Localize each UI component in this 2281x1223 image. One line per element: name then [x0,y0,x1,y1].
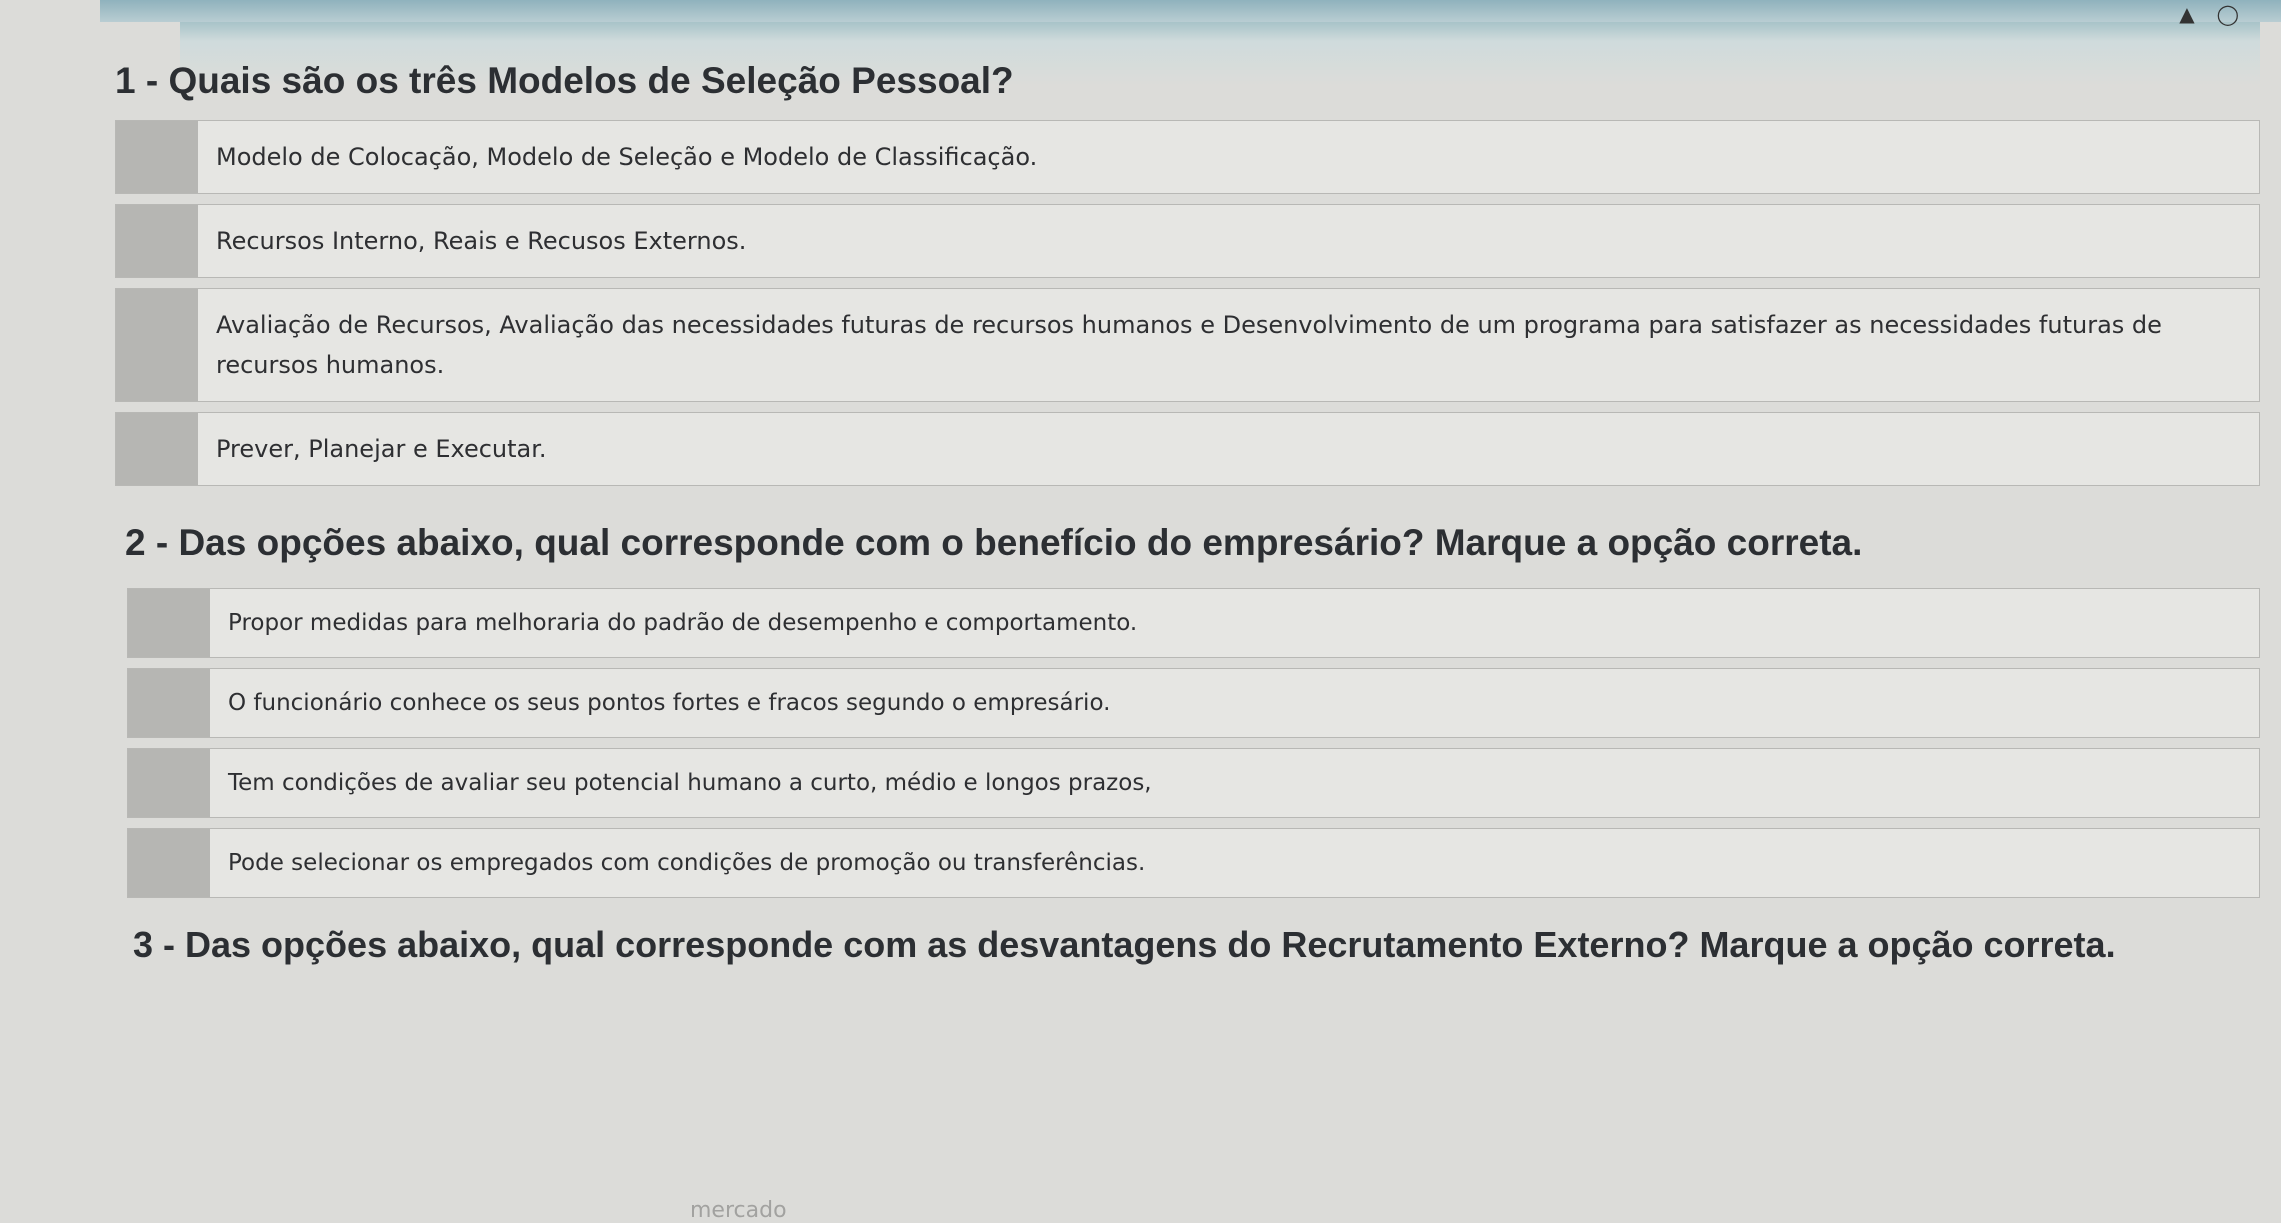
option-label: Tem condições de avaliar seu potencial h… [228,770,1152,796]
option-label: Recursos Interno, Reais e Recusos Extern… [216,227,747,255]
question-1: 1 - Quais são os três Modelos de Seleção… [115,60,2260,486]
question-3: 3 - Das opções abaixo, qual corresponde … [115,914,2260,976]
option-radio-box[interactable] [116,205,198,277]
question-1-option-c[interactable]: Avaliação de Recursos, Avaliação das nec… [115,288,2260,402]
question-2: 2 - Das opções abaixo, qual corresponde … [115,522,2260,898]
top-bar [100,0,2281,22]
question-2-options: Propor medidas para melhoraria do padrão… [127,588,2260,898]
option-radio-box[interactable] [128,589,210,657]
question-1-options: Modelo de Colocação, Modelo de Seleção e… [115,120,2260,486]
option-radio-box[interactable] [116,289,198,401]
option-label: Modelo de Colocação, Modelo de Seleção e… [216,143,1038,171]
question-2-option-a[interactable]: Propor medidas para melhoraria do padrão… [127,588,2260,658]
question-2-option-c[interactable]: Tem condições de avaliar seu potencial h… [127,748,2260,818]
clock-icon: ◯ [2216,2,2261,26]
status-icons: ▲◯ [2179,2,2261,26]
option-radio-box[interactable] [128,829,210,897]
question-1-option-d[interactable]: Prever, Planejar e Executar. [115,412,2260,486]
notification-icon: ▲ [2179,2,2217,26]
question-1-option-a[interactable]: Modelo de Colocação, Modelo de Seleção e… [115,120,2260,194]
option-label: Avaliação de Recursos, Avaliação das nec… [216,311,2162,379]
option-label: O funcionário conhece os seus pontos for… [228,690,1111,716]
option-label: Pode selecionar os empregados com condiç… [228,850,1146,876]
option-radio-box[interactable] [116,121,198,193]
question-1-title: 1 - Quais são os três Modelos de Seleção… [115,60,1014,101]
question-2-title: 2 - Das opções abaixo, qual corresponde … [125,522,1863,563]
question-2-option-d[interactable]: Pode selecionar os empregados com condiç… [127,828,2260,898]
question-3-title: 3 - Das opções abaixo, qual corresponde … [133,924,2116,965]
option-radio-box[interactable] [128,669,210,737]
quiz-content: 1 - Quais são os três Modelos de Seleção… [115,60,2260,976]
option-label: Prever, Planejar e Executar. [216,435,547,463]
option-radio-box[interactable] [128,749,210,817]
question-2-option-b[interactable]: O funcionário conhece os seus pontos for… [127,668,2260,738]
question-1-option-b[interactable]: Recursos Interno, Reais e Recusos Extern… [115,204,2260,278]
option-radio-box[interactable] [116,413,198,485]
footer-partial-text: mercado [690,1198,787,1223]
option-label: Propor medidas para melhoraria do padrão… [228,610,1138,636]
